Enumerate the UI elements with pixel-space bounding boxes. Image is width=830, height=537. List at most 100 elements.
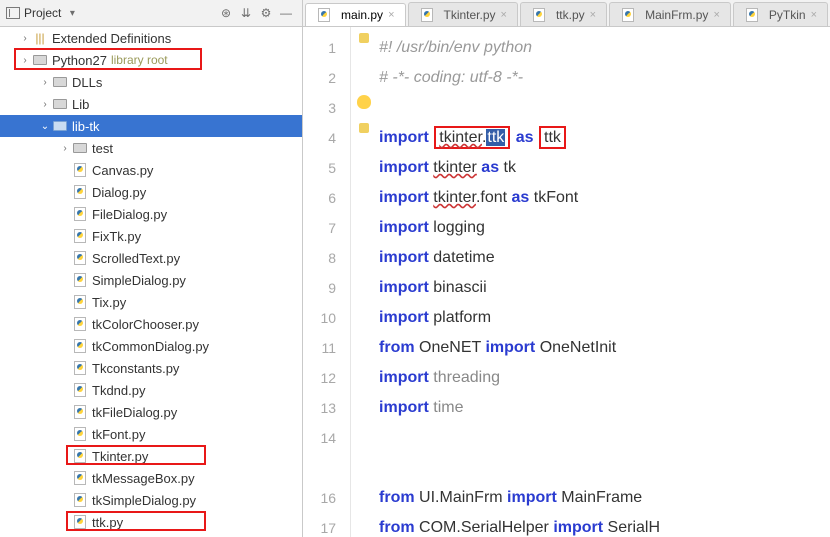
library-root-tag: library root	[111, 53, 168, 67]
folder-icon	[52, 119, 68, 133]
tree-file-fixtk-py[interactable]: ›FixTk.py	[0, 225, 302, 247]
tree-file-tkmessagebox-py[interactable]: ›tkMessageBox.py	[0, 467, 302, 489]
line-number: 6	[303, 183, 336, 213]
python-file-icon	[620, 8, 636, 22]
chevron-down-icon[interactable]: ⌄	[38, 121, 52, 132]
folder-icon	[52, 75, 68, 89]
chevron-right-icon[interactable]: ›	[58, 143, 72, 154]
file-label: ScrolledText.py	[92, 251, 180, 266]
file-label: SimpleDialog.py	[92, 273, 186, 288]
line-number: 11	[303, 333, 336, 363]
tree-file-ttk-py[interactable]: ›ttk.py	[0, 511, 302, 533]
chevron-right-icon[interactable]: ›	[38, 77, 52, 88]
tree-file-tkcolorchooser-py[interactable]: ›tkColorChooser.py	[0, 313, 302, 335]
project-panel: Project ▾ ⊛ ⇊ ⚙ — › ||| Extended Definit…	[0, 0, 303, 537]
python-file-icon	[419, 8, 435, 22]
file-label: FixTk.py	[92, 229, 141, 244]
python-file-icon	[72, 273, 88, 287]
close-icon[interactable]: ×	[388, 9, 394, 21]
tab-tkinter-py[interactable]: Tkinter.py ×	[408, 2, 518, 26]
tab-label: Tkinter.py	[444, 8, 496, 22]
tree-file-tkinter-py[interactable]: ›Tkinter.py	[0, 445, 302, 467]
editor-panel: main.py×Tkinter.py×ttk.py×MainFrm.py×PyT…	[303, 0, 830, 537]
minimize-icon[interactable]: —	[276, 3, 296, 23]
python-file-icon	[72, 295, 88, 309]
tab-label: ttk.py	[556, 8, 585, 22]
python-file-icon	[72, 515, 88, 529]
tree-file-tkconstants-py[interactable]: ›Tkconstants.py	[0, 357, 302, 379]
folder-icon	[52, 97, 68, 111]
tree-file-dialog-py[interactable]: ›Dialog.py	[0, 181, 302, 203]
python-file-icon	[72, 185, 88, 199]
tab-ttk-py[interactable]: ttk.py ×	[520, 2, 607, 26]
file-label: tkFont.py	[92, 427, 145, 442]
tree-item-extdefs[interactable]: › ||| Extended Definitions	[0, 27, 302, 49]
tree-item-python27[interactable]: › Python27 library root	[0, 49, 302, 71]
file-label: Dialog.py	[92, 185, 146, 200]
file-label: tkCommonDialog.py	[92, 339, 209, 354]
chevron-right-icon[interactable]: ›	[38, 99, 52, 110]
close-icon[interactable]: ×	[501, 9, 507, 21]
gear-icon[interactable]: ⚙	[256, 3, 276, 23]
tree-item-libtk[interactable]: ⌄ lib-tk	[0, 115, 302, 137]
python-file-icon	[744, 8, 760, 22]
project-header: Project ▾ ⊛ ⇊ ⚙ —	[0, 0, 302, 27]
file-label: Tkdnd.py	[92, 383, 145, 398]
tree-file-turtle-py[interactable]: ›turtle.py	[0, 533, 302, 537]
tab-pytkin[interactable]: PyTkin ×	[733, 2, 828, 26]
chevron-right-icon[interactable]: ›	[18, 33, 32, 44]
bookmark-icon[interactable]	[359, 123, 369, 133]
chevron-down-icon[interactable]: ▾	[65, 8, 79, 19]
file-label: FileDialog.py	[92, 207, 167, 222]
bulb-icon[interactable]	[357, 95, 371, 109]
python-file-icon	[72, 383, 88, 397]
file-label: Canvas.py	[92, 163, 153, 178]
python-file-icon	[531, 8, 547, 22]
tree-file-tksimpledialog-py[interactable]: ›tkSimpleDialog.py	[0, 489, 302, 511]
line-number: 10	[303, 303, 336, 333]
lib-icon: |||	[32, 31, 48, 45]
tree-item-test[interactable]: › test	[0, 137, 302, 159]
file-label: tkSimpleDialog.py	[92, 493, 196, 508]
line-number: 3	[303, 93, 336, 123]
tree-file-simpledialog-py[interactable]: ›SimpleDialog.py	[0, 269, 302, 291]
chevron-right-icon[interactable]: ›	[18, 55, 32, 66]
python-file-icon	[72, 361, 88, 375]
line-number: 9	[303, 273, 336, 303]
line-number: 8	[303, 243, 336, 273]
tree-item-dlls[interactable]: › DLLs	[0, 71, 302, 93]
tree-file-filedialog-py[interactable]: ›FileDialog.py	[0, 203, 302, 225]
collapse-icon[interactable]: ⇊	[236, 3, 256, 23]
tab-mainfrm-py[interactable]: MainFrm.py×	[609, 2, 731, 26]
tree-file-tkfont-py[interactable]: ›tkFont.py	[0, 423, 302, 445]
line-number: 14	[303, 423, 336, 453]
python-file-icon	[316, 8, 332, 22]
file-label: tkFileDialog.py	[92, 405, 177, 420]
tree-file-canvas-py[interactable]: ›Canvas.py	[0, 159, 302, 181]
tree-file-tkdnd-py[interactable]: ›Tkdnd.py	[0, 379, 302, 401]
tree-item-lib[interactable]: › Lib	[0, 93, 302, 115]
line-number: 13	[303, 393, 336, 423]
tab-label: PyTkin	[769, 8, 806, 22]
tab-main-py[interactable]: main.py×	[305, 3, 405, 27]
line-number: 4	[303, 123, 336, 153]
code-content[interactable]: #! /usr/bin/env python # -*- coding: utf…	[351, 27, 830, 537]
target-icon[interactable]: ⊛	[216, 3, 236, 23]
file-label: tkMessageBox.py	[92, 471, 195, 486]
python-file-icon	[72, 229, 88, 243]
code-area: 12345678910111213141617 #! /usr/bin/env …	[303, 27, 830, 537]
python-file-icon	[72, 339, 88, 353]
editor-tabs: main.py×Tkinter.py×ttk.py×MainFrm.py×PyT…	[303, 0, 830, 27]
project-title[interactable]: Project ▾	[6, 6, 79, 20]
project-tree[interactable]: › ||| Extended Definitions › Python27 li…	[0, 27, 302, 537]
tree-file-tkcommondialog-py[interactable]: ›tkCommonDialog.py	[0, 335, 302, 357]
close-icon[interactable]: ×	[590, 9, 596, 21]
close-icon[interactable]: ×	[713, 9, 719, 21]
tree-file-tkfiledialog-py[interactable]: ›tkFileDialog.py	[0, 401, 302, 423]
tree-file-tix-py[interactable]: ›Tix.py	[0, 291, 302, 313]
tree-file-scrolledtext-py[interactable]: ›ScrolledText.py	[0, 247, 302, 269]
close-icon[interactable]: ×	[811, 9, 817, 21]
python-file-icon	[72, 405, 88, 419]
file-label: Tix.py	[92, 295, 126, 310]
bookmark-icon[interactable]	[359, 33, 369, 43]
